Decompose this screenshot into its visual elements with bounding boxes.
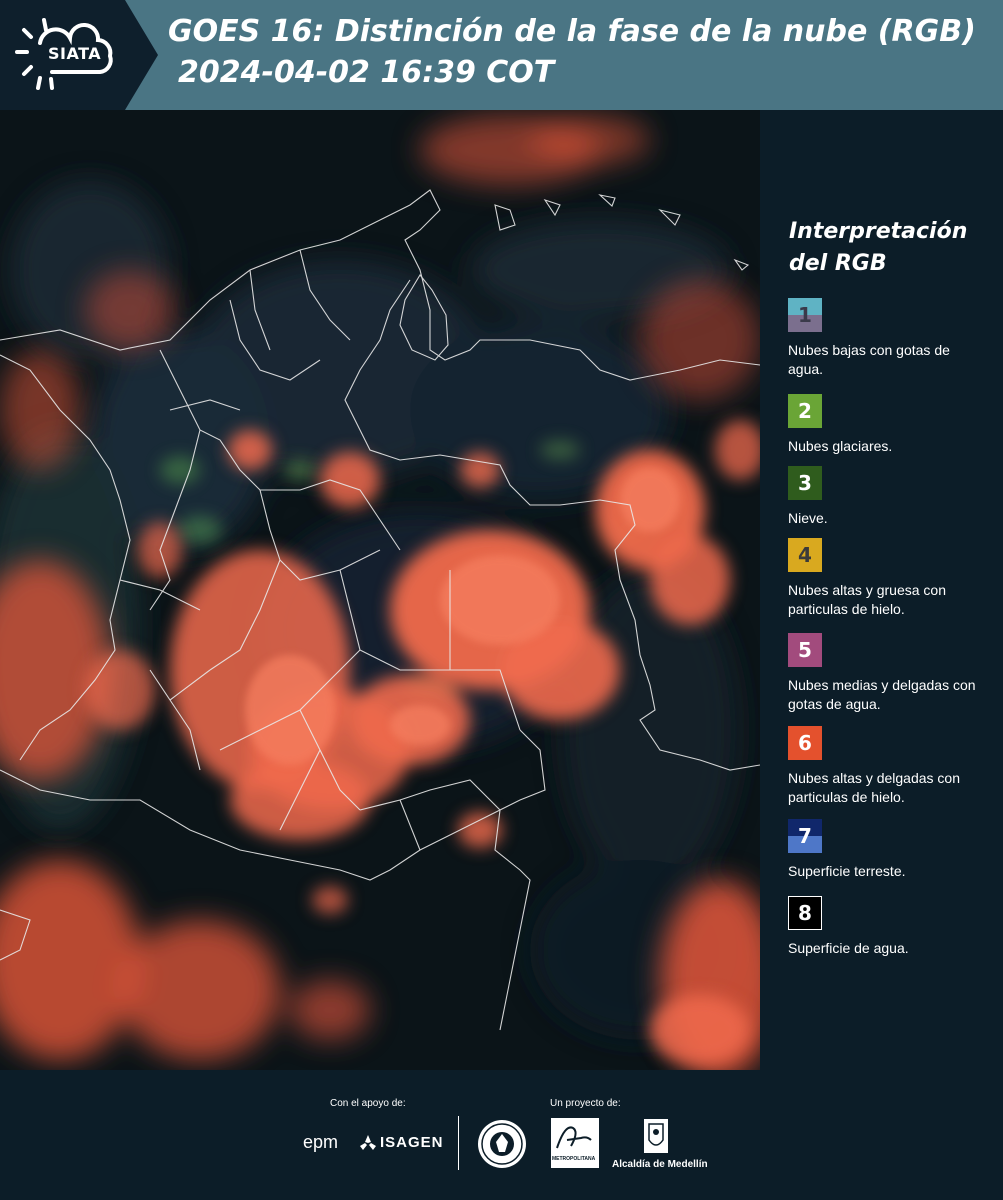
project-label: Un proyecto de: (550, 1098, 621, 1109)
legend-num-6: 6 (798, 731, 812, 755)
legend-item-2: 2 Nubes glaciares. (788, 394, 978, 456)
legend-swatch-8: 8 (788, 896, 822, 930)
legend-swatch-4: 4 (788, 538, 822, 572)
seal-logo-icon[interactable] (476, 1118, 528, 1170)
legend-label-8: Superficie de agua. (788, 940, 909, 956)
legend-title: Interpretación del RGB (789, 216, 967, 280)
legend-item-8: 8 Superficie de agua. (788, 896, 978, 958)
legend-swatch-7: 7 (788, 819, 822, 853)
legend-panel: Interpretación del RGB 1 Nubes bajas con… (760, 110, 1003, 1070)
siata-logo[interactable]: SIATA (0, 0, 158, 110)
legend-label-5: Nubes medias y delgadas con gotas de agu… (788, 677, 976, 712)
isagen-logo[interactable]: ISAGEN (380, 1134, 444, 1151)
legend-num-7: 7 (798, 824, 812, 848)
legend-label-4: Nubes altas y gruesa con particulas de h… (788, 582, 946, 617)
legend-num-4: 4 (798, 543, 812, 567)
legend-label-3: Nieve. (788, 510, 828, 526)
area-script-icon (556, 1126, 592, 1149)
legend-num-5: 5 (798, 638, 812, 662)
legend-label-6: Nubes altas y delgadas con particulas de… (788, 770, 960, 805)
support-label: Con el apoyo de: (330, 1098, 406, 1109)
legend-label-7: Superficie terreste. (788, 863, 906, 879)
legend-swatch-1: 1 (788, 298, 822, 332)
legend-swatch-3: 3 (788, 466, 822, 500)
legend-swatch-2: 2 (788, 394, 822, 428)
legend-label-2: Nubes glaciares. (788, 438, 893, 454)
epm-logo[interactable]: epm (303, 1132, 338, 1153)
legend-title-line1: Interpretación (789, 219, 968, 244)
satellite-image (0, 110, 760, 1070)
legend-num-1: 1 (798, 303, 812, 327)
area-sub-text: METROPOLITANA (552, 1156, 596, 1162)
legend-label-1: Nubes bajas con gotas de agua. (788, 342, 950, 377)
legend-item-5: 5 Nubes medias y delgadas con gotas de a… (788, 633, 978, 714)
satellite-map[interactable] (0, 110, 760, 1070)
footer: Con el apoyo de: Un proyecto de: epm ISA… (0, 1070, 1003, 1200)
legend-swatch-5: 5 (788, 633, 822, 667)
area-metropolitana-logo[interactable]: METROPOLITANA (551, 1118, 599, 1168)
footer-divider (458, 1116, 459, 1170)
legend-title-line2: del RGB (789, 251, 887, 276)
page-timestamp: 2024-04-02 16:39 COT (178, 55, 555, 90)
legend-num-3: 3 (798, 471, 812, 495)
coat-of-arms-icon (644, 1119, 668, 1153)
page-title: GOES 16: Distinción de la fase de la nub… (168, 14, 976, 49)
legend-item-3: 3 Nieve. (788, 466, 978, 528)
legend-swatch-6: 6 (788, 726, 822, 760)
legend-item-7: 7 Superficie terreste. (788, 819, 978, 881)
alcaldia-logo-text[interactable]: Alcaldía de Medellín (612, 1159, 708, 1170)
legend-item-4: 4 Nubes altas y gruesa con particulas de… (788, 538, 978, 619)
legend-num-2: 2 (798, 399, 812, 423)
legend-item-1: 1 Nubes bajas con gotas de agua. (788, 298, 978, 379)
header: SIATA GOES 16: Distinción de la fase de … (0, 0, 1003, 110)
legend-item-6: 6 Nubes altas y delgadas con particulas … (788, 726, 978, 807)
logo-text: SIATA (48, 44, 102, 63)
isagen-mark-icon (360, 1135, 376, 1150)
legend-num-8: 8 (798, 901, 812, 925)
